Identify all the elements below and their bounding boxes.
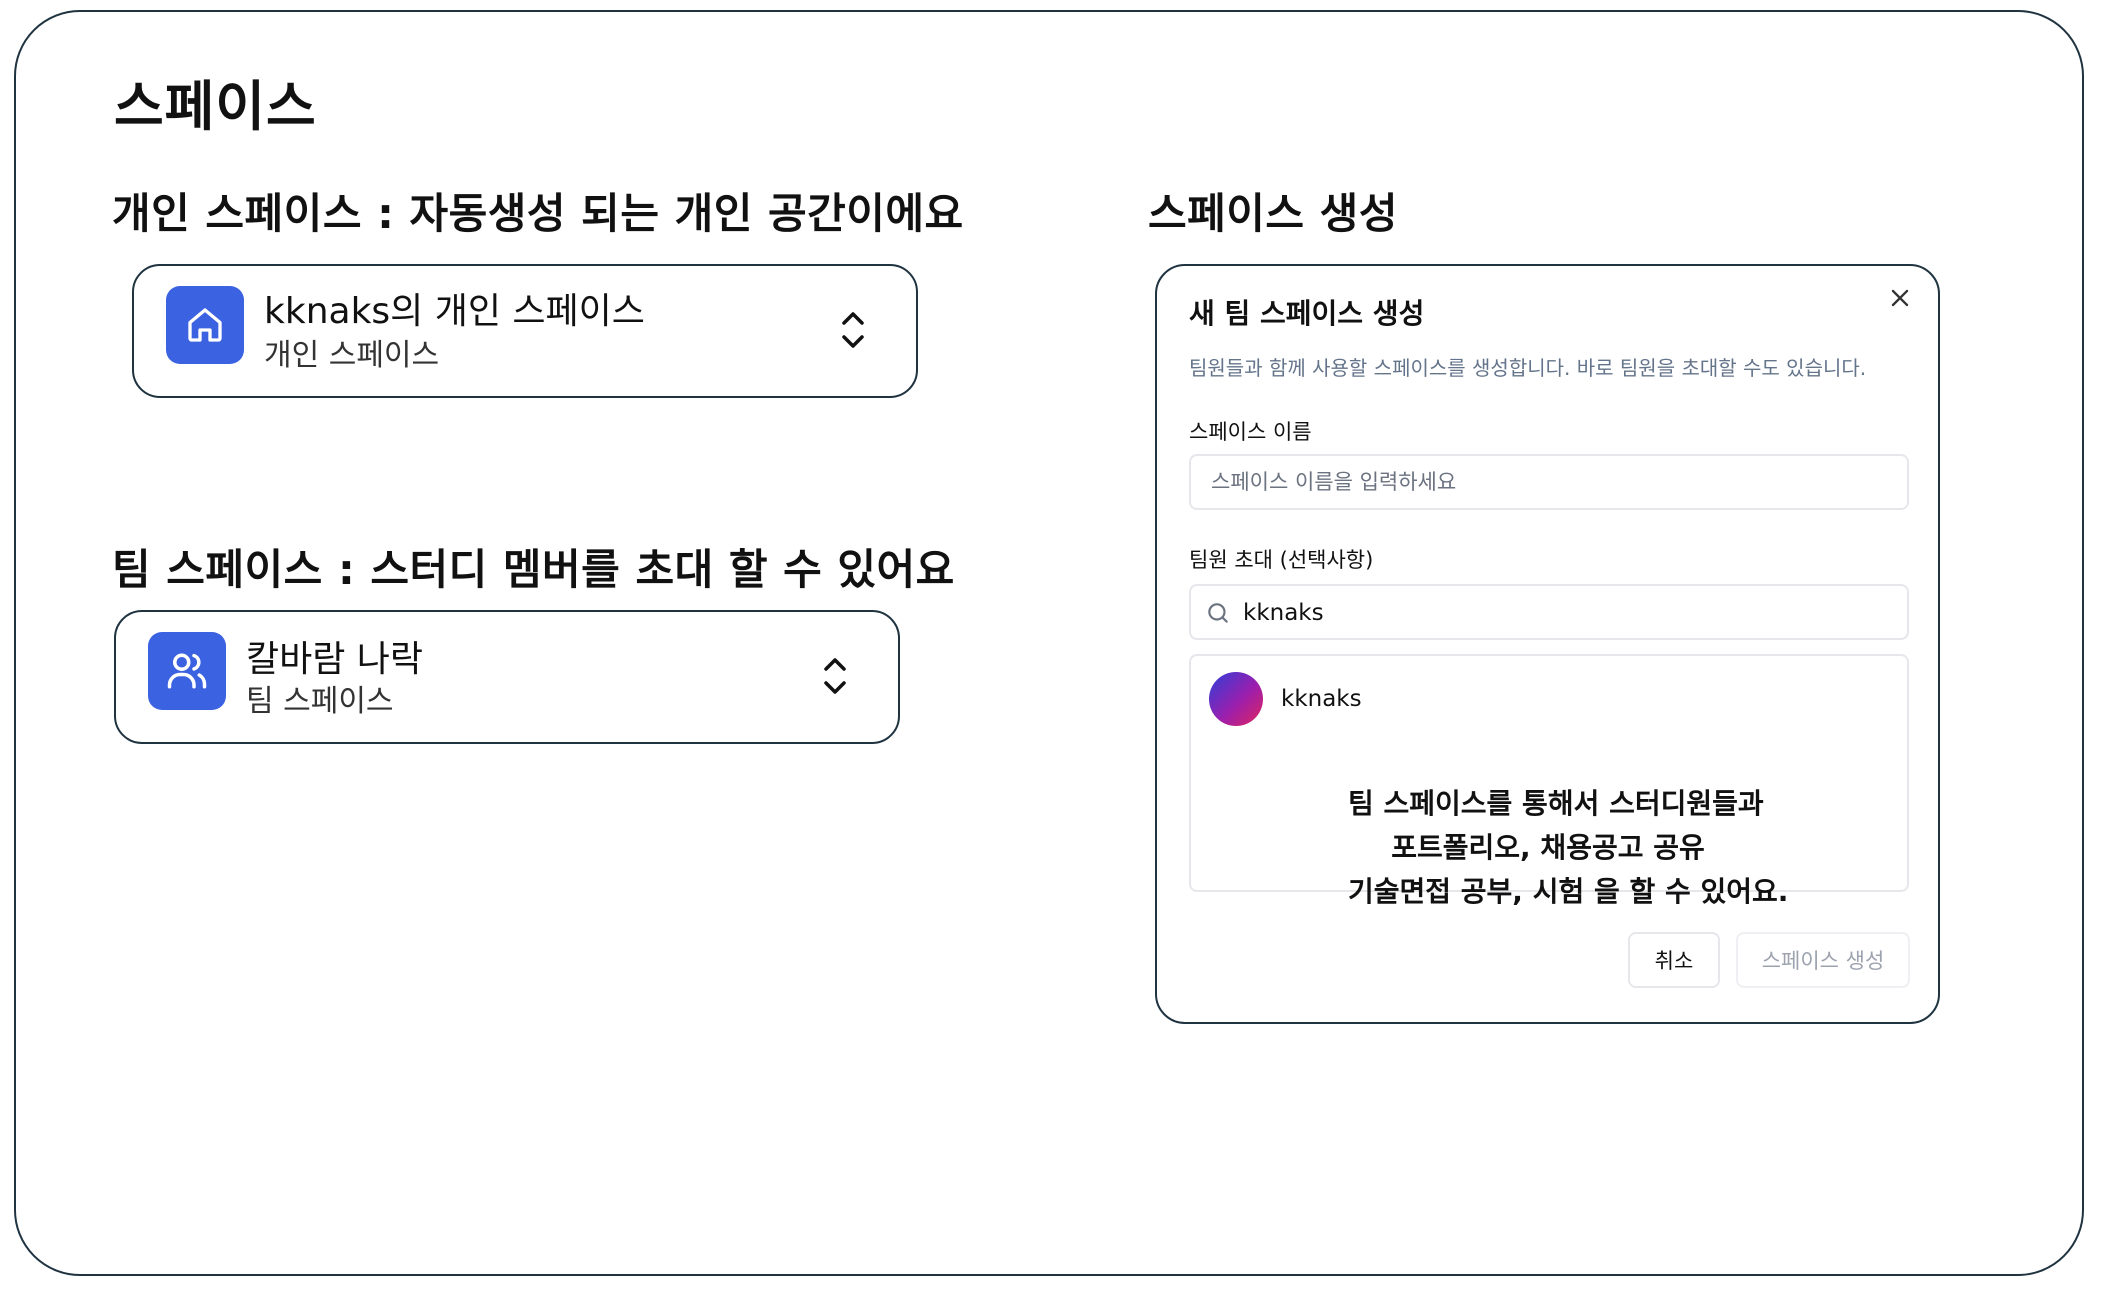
space-name: kknaks의 개인 스페이스 <box>264 291 645 332</box>
page-title: 스페이스 <box>114 75 317 138</box>
home-icon <box>166 286 244 364</box>
create-space-heading: 스페이스 생성 <box>1148 189 1398 238</box>
annotation-line: 팀 스페이스를 통해서 스터디원들과 <box>1348 787 1764 820</box>
create-space-button[interactable]: 스페이스 생성 <box>1736 932 1910 988</box>
personal-space-switcher[interactable]: kknaks의 개인 스페이스 개인 스페이스 <box>132 264 918 398</box>
annotation-text: 팀 스페이스를 통해서 스터디원들과 포트폴리오, 채용공고 공유 기술면접 공… <box>1348 782 1789 914</box>
dialog-description: 팀원들과 함께 사용할 스페이스를 생성합니다. 바로 팀원을 초대할 수도 있… <box>1189 356 1867 380</box>
team-space-switcher[interactable]: 칼바람 나락 팀 스페이스 <box>114 610 900 744</box>
personal-space-heading: 개인 스페이스 : 자동생성 되는 개인 공간이에요 <box>112 189 964 238</box>
space-name: 칼바람 나락 <box>246 639 424 680</box>
avatar <box>1209 672 1263 726</box>
close-icon[interactable] <box>1886 284 1914 312</box>
cancel-button[interactable]: 취소 <box>1628 932 1720 988</box>
space-type: 개인 스페이스 <box>264 338 440 373</box>
annotation-line: 기술면접 공부, 시험 을 할 수 있어요. <box>1348 875 1789 908</box>
member-search-input[interactable] <box>1241 586 1895 640</box>
space-type: 팀 스페이스 <box>246 684 394 719</box>
space-name-label: 스페이스 이름 <box>1189 420 1312 444</box>
result-username: kknaks <box>1281 686 1362 712</box>
chevrons-up-down-icon <box>842 312 864 348</box>
invite-label: 팀원 초대 (선택사항) <box>1189 548 1374 572</box>
search-icon <box>1208 603 1228 623</box>
annotation-line: 포트폴리오, 채용공고 공유 <box>1391 831 1705 864</box>
users-icon <box>148 632 226 710</box>
chevrons-up-down-icon <box>824 658 846 694</box>
member-search-field[interactable] <box>1189 584 1909 640</box>
space-name-input[interactable] <box>1189 454 1909 510</box>
dialog-title: 새 팀 스페이스 생성 <box>1189 297 1425 330</box>
team-space-heading: 팀 스페이스 : 스터디 멤버를 초대 할 수 있어요 <box>112 545 955 594</box>
